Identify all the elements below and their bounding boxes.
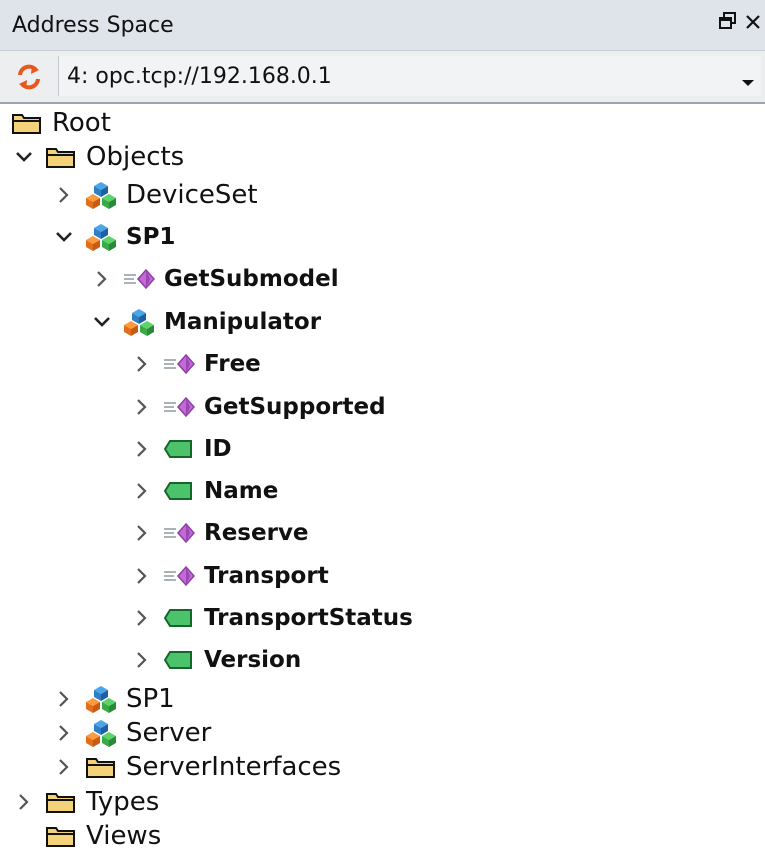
chevron-right-icon[interactable] xyxy=(128,519,156,547)
tree-item-getsupported[interactable]: GetSupported xyxy=(128,387,386,427)
folder-icon xyxy=(44,787,78,817)
chevron-right-icon[interactable] xyxy=(88,265,116,293)
variable-icon xyxy=(162,434,196,464)
address-bar: 4: opc.tcp://192.168.0.1 xyxy=(0,50,765,104)
panel-title: Address Space xyxy=(12,12,174,38)
method-icon xyxy=(122,264,156,294)
object-icon xyxy=(122,307,156,337)
chevron-down-icon[interactable] xyxy=(10,143,38,171)
tree-item-label: Manipulator xyxy=(164,309,322,335)
chevron-right-icon[interactable] xyxy=(50,685,78,713)
tree-item-label: TransportStatus xyxy=(204,605,413,631)
tree-item-label: Free xyxy=(204,351,261,377)
object-icon xyxy=(84,222,118,252)
restore-window-icon[interactable] xyxy=(719,12,737,33)
object-icon xyxy=(84,180,118,210)
chevron-right-icon[interactable] xyxy=(10,788,38,816)
variable-icon xyxy=(162,645,196,675)
tree-item-manipulator[interactable]: Manipulator xyxy=(88,302,321,342)
tree-item-objects[interactable]: Objects xyxy=(10,137,184,177)
tree-item-label: GetSupported xyxy=(204,394,386,420)
object-icon xyxy=(84,684,118,714)
tree-item-label: Root xyxy=(52,108,111,138)
tree-item-getsubmodel[interactable]: GetSubmodel xyxy=(88,259,339,299)
server-address-select[interactable]: 4: opc.tcp://192.168.0.1 xyxy=(58,56,761,96)
tree-item-label: GetSubmodel xyxy=(164,266,339,292)
chevron-right-icon[interactable] xyxy=(128,562,156,590)
tree-item-label: Transport xyxy=(204,563,329,589)
tree-item-label: Version xyxy=(204,647,302,673)
folder-icon xyxy=(44,142,78,172)
tree-item-version[interactable]: Version xyxy=(128,640,301,680)
folder-icon xyxy=(84,752,118,782)
chevron-placeholder xyxy=(10,822,38,850)
tree-item-label: ID xyxy=(204,436,232,462)
tree-item-label: SP1 xyxy=(126,224,176,250)
dropdown-arrow-icon[interactable] xyxy=(741,72,755,91)
tree-item-transport[interactable]: Transport xyxy=(128,556,329,596)
chevron-right-icon[interactable] xyxy=(128,350,156,378)
chevron-right-icon[interactable] xyxy=(128,477,156,505)
chevron-down-icon[interactable] xyxy=(88,308,116,336)
close-icon[interactable] xyxy=(745,13,761,33)
tree-item-views[interactable]: Views xyxy=(10,816,161,856)
tree-item-free[interactable]: Free xyxy=(128,344,261,384)
tree-item-deviceset[interactable]: DeviceSet xyxy=(50,175,258,215)
chevron-right-icon[interactable] xyxy=(50,753,78,781)
chevron-right-icon[interactable] xyxy=(50,181,78,209)
chevron-right-icon[interactable] xyxy=(128,435,156,463)
tree-item-label: ServerInterfaces xyxy=(126,752,342,782)
refresh-icon[interactable] xyxy=(12,60,46,94)
tree-item-id[interactable]: ID xyxy=(128,429,232,469)
tree-item-label: Objects xyxy=(86,142,185,172)
tree-item-transportstatus[interactable]: TransportStatus xyxy=(128,598,413,638)
chevron-right-icon[interactable] xyxy=(50,719,78,747)
chevron-right-icon[interactable] xyxy=(128,646,156,674)
chevron-right-icon[interactable] xyxy=(128,604,156,632)
object-icon xyxy=(84,718,118,748)
tree-item-label: Server xyxy=(126,718,212,748)
variable-icon xyxy=(162,476,196,506)
panel-titlebar: Address Space xyxy=(0,0,765,50)
method-icon xyxy=(162,392,196,422)
method-icon xyxy=(162,518,196,548)
method-icon xyxy=(162,561,196,591)
chevron-right-icon[interactable] xyxy=(128,393,156,421)
tree-item-label: Name xyxy=(204,478,279,504)
tree-item-label: DeviceSet xyxy=(126,180,258,210)
tree-item-sp1[interactable]: SP1 xyxy=(50,217,175,257)
variable-icon xyxy=(162,603,196,633)
folder-icon xyxy=(10,108,44,138)
method-icon xyxy=(162,349,196,379)
chevron-down-icon[interactable] xyxy=(50,223,78,251)
tree-item-label: Reserve xyxy=(204,520,309,546)
tree-item-name[interactable]: Name xyxy=(128,471,278,511)
tree-item-serverinterfaces[interactable]: ServerInterfaces xyxy=(50,747,341,787)
tree-item-label: Types xyxy=(86,787,160,817)
server-address-value: 4: opc.tcp://192.168.0.1 xyxy=(67,63,332,89)
tree-item-reserve[interactable]: Reserve xyxy=(128,513,309,553)
tree-item-label: SP1 xyxy=(126,684,175,714)
